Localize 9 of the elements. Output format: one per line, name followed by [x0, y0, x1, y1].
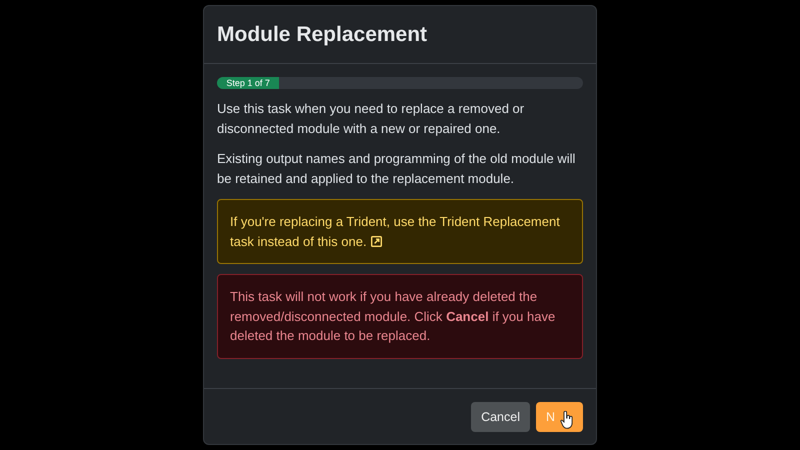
instruction-text: Existing output names and programming of the old module will be retained and applied to the replacement module.	[217, 150, 576, 188]
alert-text: If you're replacing a Trident, use the Trident Replacement task instead of this one.	[230, 214, 560, 248]
hand-cursor-icon	[560, 410, 574, 428]
external-link-icon[interactable]	[370, 236, 382, 246]
progress-fill: Step 1 of 7	[217, 77, 280, 89]
cancel-button[interactable]: Cancel	[471, 402, 530, 432]
instruction-text: Use this task when you need to replace a removed or disconnected module with a new or repaired one.	[217, 100, 526, 138]
dialog-title: Module Replacement	[217, 22, 428, 46]
alert-text: This task will not work if you have already deleted the removed/disconnected module. Click Cancel if you have deleted the module to be replaced.	[230, 289, 556, 343]
